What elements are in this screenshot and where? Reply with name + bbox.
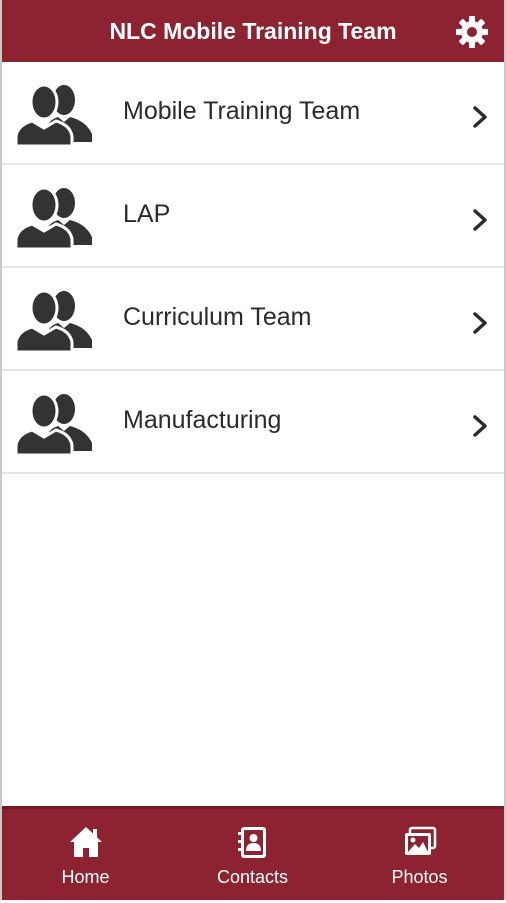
gear-icon [456,16,488,48]
group-list: Mobile Training Team LAP Curriculum Team… [2,62,504,474]
chevron-right-icon [473,106,487,128]
bottom-tab-bar: Home Contacts Photos [2,806,504,900]
list-item-mobile-training-team[interactable]: Mobile Training Team [2,62,504,165]
users-icon [14,83,92,146]
chevron-right-icon [473,312,487,334]
settings-button[interactable] [454,14,490,50]
list-item-label: Mobile Training Team [123,97,361,125]
tab-contacts-label: Contacts [216,867,289,887]
chevron-right-icon [473,415,487,437]
list-item-manufacturing[interactable]: Manufacturing [2,371,504,474]
list-item-lap[interactable]: LAP [2,165,504,268]
tab-home[interactable]: Home [2,809,169,903]
list-item-curriculum-team[interactable]: Curriculum Team [2,268,504,371]
header-bar: NLC Mobile Training Team [2,0,504,62]
list-item-label: Manufacturing [123,406,282,434]
tab-photos[interactable]: Photos [336,809,503,903]
page-title: NLC Mobile Training Team [109,18,397,44]
contacts-book-icon [237,827,266,858]
tab-home-label: Home [61,867,110,887]
users-icon [14,392,92,455]
users-icon [14,289,92,352]
tab-contacts[interactable]: Contacts [169,809,336,903]
home-icon [69,827,102,857]
tab-photos-label: Photos [391,867,448,887]
users-icon [14,186,92,249]
list-item-label: Curriculum Team [123,303,312,331]
app-screen: NLC Mobile Training Team Mobile Training… [0,0,506,900]
list-item-label: LAP [123,200,171,228]
photos-icon [404,826,436,855]
chevron-right-icon [473,209,487,231]
